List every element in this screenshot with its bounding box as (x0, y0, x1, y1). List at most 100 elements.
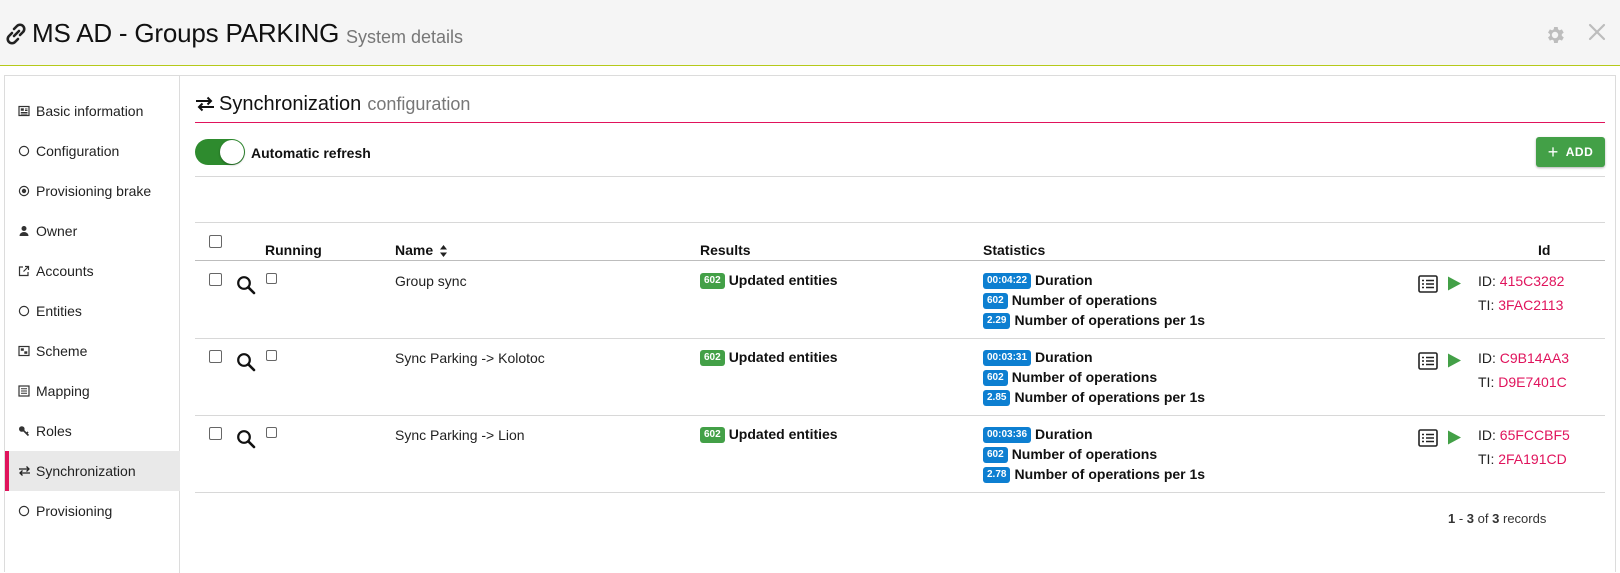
row-select-checkbox[interactable] (209, 427, 222, 440)
stat-operations: 602 Number of operations (983, 446, 1158, 464)
exchange-icon (196, 96, 214, 112)
ti-line: TI: 3FAC2113 (1478, 297, 1563, 313)
id-line: ID: 415C3282 (1478, 273, 1564, 289)
add-button[interactable]: + ADD (1536, 137, 1605, 167)
page-subtitle: System details (346, 27, 464, 47)
id-prefix: ID: (1478, 273, 1496, 289)
pagination-of: of (1477, 511, 1489, 526)
id-line: ID: C9B14AA3 (1478, 350, 1569, 366)
operations-label: Number of operations (1011, 369, 1158, 385)
operations-label: Number of operations (1011, 446, 1158, 462)
ti-line: TI: 2FA191CD (1478, 451, 1567, 467)
automatic-refresh-toggle[interactable] (195, 139, 245, 165)
play-icon[interactable] (1446, 352, 1462, 369)
sync-name: Group sync (395, 273, 467, 289)
sidebar: Basic information Configuration Provisio… (5, 76, 180, 573)
circle-icon (17, 504, 31, 518)
column-header-name-label: Name (395, 242, 434, 258)
table-row: Sync Parking -> Lion 602 Updated entities… (195, 415, 1605, 492)
column-header-statistics: Statistics (983, 242, 1046, 258)
gear-icon[interactable] (1544, 24, 1566, 46)
pagination-info: 1 - 3 of 3 records (1448, 511, 1547, 526)
search-icon[interactable] (236, 275, 256, 295)
result-label: Updated entities (728, 426, 838, 442)
sidebar-item-owner[interactable]: Owner (5, 211, 180, 251)
stat-operations: 602 Number of operations (983, 292, 1158, 310)
stat-operations: 602 Number of operations (983, 369, 1158, 387)
table-top-border (195, 222, 1605, 223)
sidebar-item-label: Configuration (36, 143, 120, 159)
id-value[interactable]: 65FCCBF5 (1500, 427, 1570, 443)
scheme-icon (17, 344, 31, 358)
sidebar-item-label: Provisioning brake (36, 183, 152, 199)
id-value[interactable]: 415C3282 (1500, 273, 1565, 289)
rate-label: Number of operations per 1s (1014, 312, 1206, 328)
content-panel: Basic information Configuration Provisio… (4, 75, 1616, 573)
search-icon[interactable] (236, 429, 256, 449)
rate-label: Number of operations per 1s (1014, 466, 1206, 482)
list-detail-icon[interactable] (1418, 275, 1438, 293)
sidebar-item-mapping[interactable]: Mapping (5, 371, 180, 411)
person-icon (17, 224, 31, 238)
plus-icon: + (1547, 142, 1559, 162)
sidebar-item-provisioning-brake[interactable]: Provisioning brake (5, 171, 180, 211)
row-select-checkbox[interactable] (209, 273, 222, 286)
stat-duration: 00:03:31 Duration (983, 349, 1093, 367)
sidebar-item-label: Accounts (36, 263, 94, 279)
sidebar-item-roles[interactable]: Roles (5, 411, 180, 451)
section-divider (195, 122, 1605, 123)
duration-label: Duration (1035, 349, 1093, 365)
ti-value[interactable]: D9E7401C (1498, 374, 1567, 390)
list-detail-icon[interactable] (1418, 352, 1438, 370)
stat-rate: 2.78 Number of operations per 1s (983, 466, 1206, 484)
result-updated-entities: 602 Updated entities (700, 272, 838, 290)
search-icon[interactable] (236, 352, 256, 372)
rate-badge: 2.29 (983, 313, 1011, 330)
column-header-name[interactable]: Name (395, 242, 448, 258)
list-detail-icon[interactable] (1418, 429, 1438, 447)
operations-badge: 602 (983, 447, 1008, 464)
close-icon[interactable] (1586, 21, 1608, 43)
ti-prefix: TI: (1478, 297, 1495, 313)
circle-icon (17, 144, 31, 158)
stat-rate: 2.85 Number of operations per 1s (983, 389, 1205, 407)
sidebar-item-synchronization[interactable]: Synchronization (5, 451, 180, 491)
pagination-to: 3 (1466, 511, 1475, 526)
result-count-badge: 602 (700, 350, 725, 367)
sidebar-item-scheme[interactable]: Scheme (5, 331, 180, 371)
section-title: Synchronization (219, 92, 362, 115)
running-checkbox[interactable] (266, 427, 277, 438)
sidebar-item-entities[interactable]: Entities (5, 291, 180, 331)
column-header-id: Id (1538, 242, 1551, 258)
play-icon[interactable] (1446, 275, 1462, 292)
result-count-badge: 602 (700, 273, 725, 290)
sort-icon[interactable] (439, 244, 448, 258)
sidebar-item-label: Basic information (36, 103, 144, 119)
row-select-checkbox[interactable] (209, 350, 222, 363)
running-checkbox[interactable] (266, 273, 277, 284)
sidebar-item-accounts[interactable]: Accounts (5, 251, 180, 291)
select-all-checkbox[interactable] (209, 235, 222, 248)
section-subtitle: configuration (367, 93, 471, 114)
ti-line: TI: D9E7401C (1478, 374, 1567, 390)
duration-badge: 00:03:31 (983, 350, 1032, 367)
operations-badge: 602 (983, 370, 1008, 387)
id-value[interactable]: C9B14AA3 (1500, 350, 1569, 366)
column-header-results: Results (700, 242, 751, 258)
ti-value[interactable]: 2FA191CD (1498, 451, 1566, 467)
automatic-refresh-label: Automatic refresh (251, 145, 371, 161)
sync-name: Sync Parking -> Kolotoc (395, 350, 545, 366)
sidebar-item-configuration[interactable]: Configuration (5, 131, 180, 171)
running-checkbox[interactable] (266, 350, 277, 361)
result-updated-entities: 602 Updated entities (700, 349, 838, 367)
play-icon[interactable] (1446, 429, 1462, 446)
pagination-total: 3 (1492, 511, 1500, 526)
id-prefix: ID: (1478, 350, 1496, 366)
section-header: Synchronization configuration (195, 88, 470, 120)
ti-value[interactable]: 3FAC2113 (1498, 297, 1563, 313)
sidebar-item-provisioning[interactable]: Provisioning (5, 491, 180, 531)
operations-label: Number of operations (1011, 292, 1158, 308)
sidebar-item-basic-information[interactable]: Basic information (5, 91, 180, 131)
newspaper-icon (17, 104, 31, 118)
sidebar-item-label: Entities (36, 303, 82, 319)
